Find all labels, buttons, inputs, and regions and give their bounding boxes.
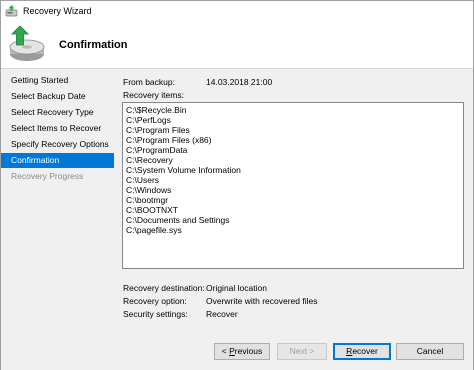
backup-app-icon (5, 5, 18, 17)
nav-step-select-recovery-type[interactable]: Select Recovery Type (1, 105, 114, 120)
list-item: C:\Windows (126, 185, 172, 195)
list-item: C:\Recovery (126, 155, 173, 165)
recovery-items-list[interactable]: C:\$Recycle.Bin C:\PerfLogs C:\Program F… (122, 102, 464, 269)
cancel-button[interactable]: Cancel (396, 343, 464, 360)
list-item: C:\$Recycle.Bin (126, 105, 187, 115)
window-title: Recovery Wizard (23, 6, 92, 16)
nav-step-select-items[interactable]: Select Items to Recover (1, 121, 114, 136)
list-item: C:\PerfLogs (126, 115, 171, 125)
list-item: C:\bootmgr (126, 195, 169, 205)
recovery-destination-value: Original location (206, 283, 267, 293)
security-settings-value: Recover (206, 309, 238, 319)
recovery-destination-label: Recovery destination: (123, 283, 205, 293)
list-item: C:\Program Files (x86) (126, 135, 212, 145)
nav-step-specify-options[interactable]: Specify Recovery Options (1, 137, 114, 152)
from-backup-value: 14.03.2018 21:00 (206, 77, 273, 87)
security-settings-label: Security settings: (123, 309, 188, 319)
previous-button-label-rest: revious (234, 346, 263, 356)
nav-step-recovery-progress: Recovery Progress (11, 171, 84, 181)
nav-step-getting-started[interactable]: Getting Started (1, 73, 114, 88)
wizard-steps-nav: Getting Started Select Backup Date Selec… (1, 69, 117, 370)
backup-restore-icon (9, 25, 45, 61)
from-backup-label: From backup: (123, 77, 175, 87)
recover-button[interactable]: Recover (333, 343, 391, 360)
recover-button-label-rest: ecover (352, 346, 378, 356)
title-bar: Recovery Wizard (1, 1, 473, 21)
list-item: C:\ProgramData (126, 145, 188, 155)
list-item: C:\BOOTNXT (126, 205, 178, 215)
list-item: C:\System Volume Information (126, 165, 241, 175)
wizard-banner: Confirmation (1, 21, 473, 69)
list-item: C:\pagefile.sys (126, 225, 182, 235)
page-heading: Confirmation (59, 39, 128, 51)
nav-step-confirmation[interactable]: Confirmation (1, 153, 114, 168)
list-item: C:\Program Files (126, 125, 190, 135)
recovery-option-label: Recovery option: (123, 296, 187, 306)
previous-button[interactable]: < Previous (214, 343, 270, 360)
recovery-option-value: Overwrite with recovered files (206, 296, 318, 306)
nav-step-select-backup-date[interactable]: Select Backup Date (1, 89, 114, 104)
next-button[interactable]: Next > (277, 343, 327, 360)
list-item: C:\Users (126, 175, 160, 185)
list-item: C:\Documents and Settings (126, 215, 230, 225)
recovery-wizard-window: Recovery Wizard Confirmation Getting Sta… (0, 0, 474, 370)
recovery-items-label: Recovery items: (123, 90, 184, 100)
